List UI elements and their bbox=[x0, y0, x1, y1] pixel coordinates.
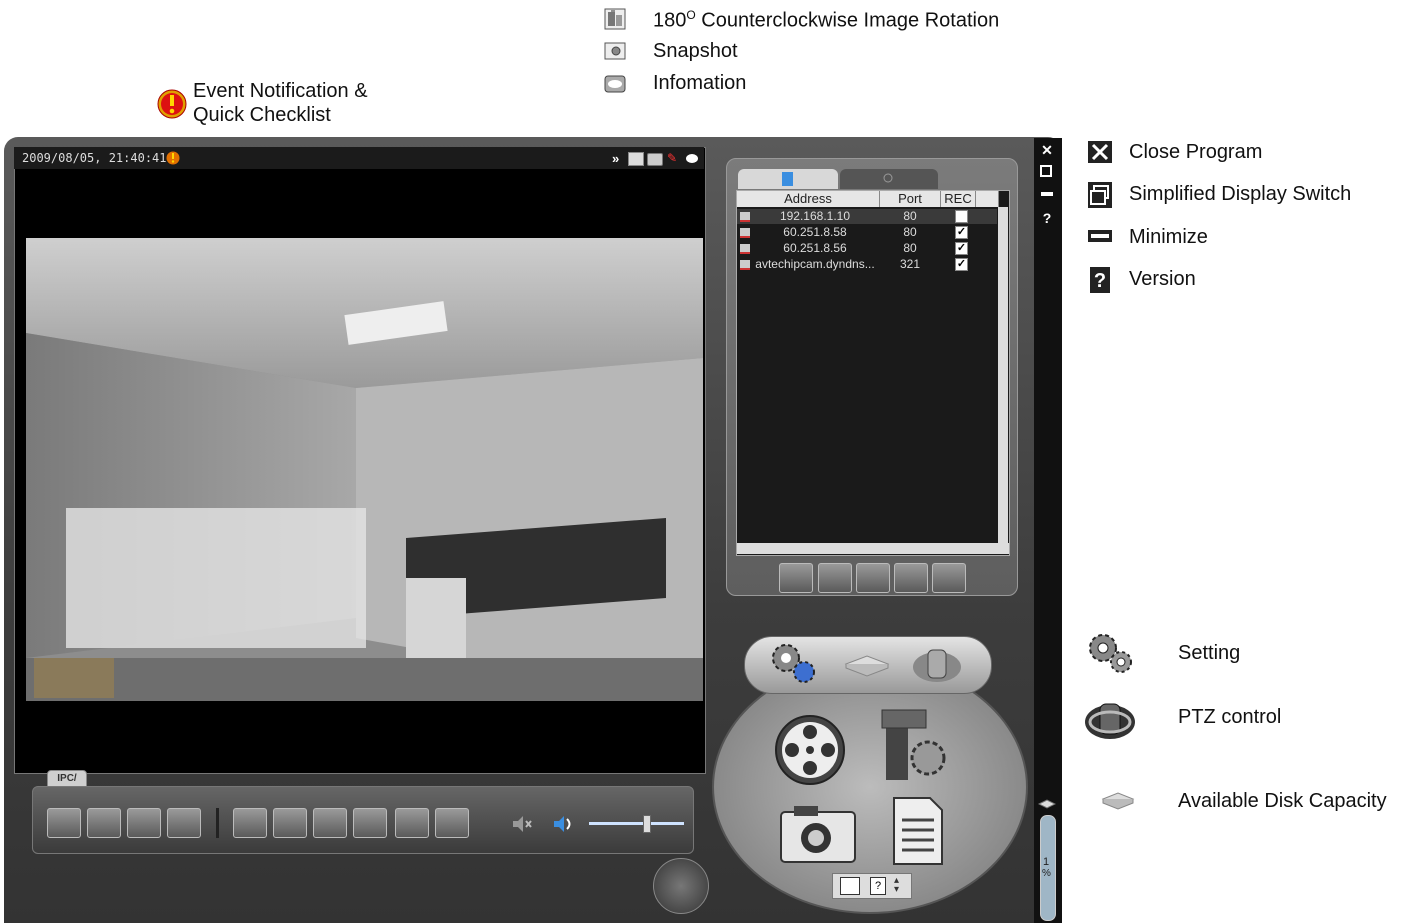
layout-1-button[interactable] bbox=[233, 808, 267, 838]
horizontal-scrollbar[interactable] bbox=[737, 543, 1009, 554]
tools-button[interactable] bbox=[878, 708, 950, 784]
table-row[interactable]: 192.168.1.10 80 bbox=[737, 209, 997, 224]
legend-setting: Setting bbox=[1178, 642, 1241, 664]
single-window-button[interactable] bbox=[167, 808, 201, 838]
simplified-display-icon bbox=[1087, 181, 1113, 209]
layout-6-button[interactable] bbox=[313, 808, 347, 838]
expand-icon[interactable]: » bbox=[612, 151, 619, 166]
layout-16-button[interactable] bbox=[435, 808, 469, 838]
video-timestamp: 2009/08/05, 21:40:41 bbox=[22, 151, 167, 165]
disk-capacity-unit: % bbox=[1042, 868, 1051, 879]
camera-view bbox=[26, 238, 703, 701]
spin-arrows-icon[interactable]: ▴ ▾ bbox=[894, 876, 899, 895]
rotation-button[interactable] bbox=[628, 152, 644, 166]
setting-icon bbox=[1085, 630, 1135, 676]
minimize-button[interactable] bbox=[1041, 192, 1053, 196]
legend-close: Close Program bbox=[1129, 141, 1263, 163]
legend-simplified: Simplified Display Switch bbox=[1129, 183, 1352, 205]
close-program-button[interactable]: ✕ bbox=[1040, 143, 1054, 157]
svg-text:?: ? bbox=[1094, 270, 1106, 292]
table-row[interactable]: avtechipcam.dyndns... 321 ✓ bbox=[737, 257, 997, 272]
mute-icon[interactable] bbox=[510, 812, 534, 836]
layout-13-button[interactable] bbox=[395, 808, 429, 838]
table-row[interactable]: 60.251.8.56 80 ✓ bbox=[737, 241, 997, 256]
row-port: 80 bbox=[903, 225, 917, 239]
event-notification-icon bbox=[157, 89, 187, 119]
camera-snapshot-button[interactable] bbox=[778, 804, 858, 866]
disk-button[interactable] bbox=[843, 652, 891, 678]
log-button[interactable] bbox=[890, 796, 946, 866]
snapshot-button[interactable] bbox=[647, 153, 663, 166]
playback-button[interactable] bbox=[772, 710, 856, 790]
rec-checkbox[interactable]: ✓ bbox=[955, 258, 968, 271]
ptz-control-button[interactable] bbox=[910, 645, 964, 685]
minimize-icon bbox=[1087, 229, 1113, 243]
legend-event-line1: Event Notification & bbox=[193, 80, 368, 102]
close-program-icon bbox=[1087, 140, 1113, 164]
legend-event-line2: Quick Checklist bbox=[193, 104, 331, 126]
header-address[interactable]: Address bbox=[737, 191, 880, 207]
setting-button[interactable] bbox=[768, 642, 818, 686]
information-button[interactable] bbox=[686, 154, 698, 163]
header-blank bbox=[976, 191, 999, 207]
device-icon bbox=[740, 260, 750, 270]
ptz-icon bbox=[1083, 698, 1137, 742]
keyboard-icon[interactable] bbox=[840, 877, 860, 895]
tab-address-book[interactable] bbox=[738, 169, 838, 189]
layout-9-button[interactable] bbox=[353, 808, 387, 838]
rotation-icon bbox=[604, 8, 626, 30]
legend-version: Version bbox=[1129, 268, 1196, 290]
legend-disk: Available Disk Capacity bbox=[1178, 790, 1387, 812]
legend-rotation: 180O Counterclockwise Image Rotation bbox=[653, 8, 1000, 32]
version-icon: ? bbox=[1089, 266, 1111, 294]
tab-search[interactable] bbox=[840, 169, 938, 189]
disk-capacity-icon bbox=[1101, 789, 1135, 811]
device-icon bbox=[740, 212, 750, 222]
vertical-scrollbar[interactable] bbox=[998, 207, 1008, 543]
row-port: 321 bbox=[899, 257, 921, 271]
snapshot-icon bbox=[604, 41, 626, 61]
row-address: 60.251.8.58 bbox=[783, 225, 847, 239]
cascade-button[interactable] bbox=[127, 808, 161, 838]
legend-ptz: PTZ control bbox=[1178, 706, 1282, 728]
legend-snapshot: Snapshot bbox=[653, 40, 738, 62]
device-icon bbox=[740, 228, 750, 238]
volume-slider-track[interactable] bbox=[589, 822, 684, 825]
row-address: 192.168.1.10 bbox=[779, 209, 851, 223]
legend-information: Infomation bbox=[653, 72, 747, 94]
help-icon[interactable]: ? bbox=[870, 877, 886, 895]
device-icon bbox=[740, 244, 750, 254]
add-device-button[interactable] bbox=[779, 563, 813, 593]
simplified-display-button[interactable] bbox=[1040, 165, 1052, 177]
connect-device-button[interactable] bbox=[894, 563, 928, 593]
row-port: 80 bbox=[903, 209, 917, 223]
table-row[interactable]: 60.251.8.58 80 ✓ bbox=[737, 225, 997, 240]
row-port: 80 bbox=[903, 241, 917, 255]
rec-checkbox[interactable] bbox=[955, 210, 968, 223]
row-address: avtechipcam.dyndns... bbox=[755, 257, 875, 271]
disk-capacity-percent: 1 bbox=[1043, 856, 1050, 868]
row-address: 60.251.8.56 bbox=[783, 241, 847, 255]
rec-checkbox[interactable]: ✓ bbox=[955, 242, 968, 255]
tool-icon[interactable]: ✎ bbox=[667, 151, 677, 165]
disk-icon-small bbox=[1037, 797, 1057, 809]
version-button[interactable]: ? bbox=[1040, 211, 1054, 225]
rec-checkbox[interactable]: ✓ bbox=[955, 226, 968, 239]
header-port[interactable]: Port bbox=[880, 191, 941, 207]
volume-slider-knob[interactable] bbox=[643, 815, 651, 833]
close-channel-button[interactable] bbox=[87, 808, 121, 838]
edit-device-button[interactable] bbox=[818, 563, 852, 593]
information-icon bbox=[604, 74, 626, 94]
address-list: Address Port REC 192.168.1.10 80 60.251.8.… bbox=[736, 190, 1010, 556]
header-rec[interactable]: REC bbox=[941, 191, 976, 207]
volume-icon[interactable] bbox=[551, 812, 577, 836]
full-screen-button[interactable] bbox=[47, 808, 81, 838]
layout-4-button[interactable] bbox=[273, 808, 307, 838]
disconnect-device-button[interactable] bbox=[932, 563, 966, 593]
event-notification-button[interactable] bbox=[166, 151, 180, 165]
delete-device-button[interactable] bbox=[856, 563, 890, 593]
brand-logo bbox=[653, 858, 709, 914]
toolbar-divider bbox=[216, 808, 219, 838]
legend-minimize: Minimize bbox=[1129, 226, 1208, 248]
